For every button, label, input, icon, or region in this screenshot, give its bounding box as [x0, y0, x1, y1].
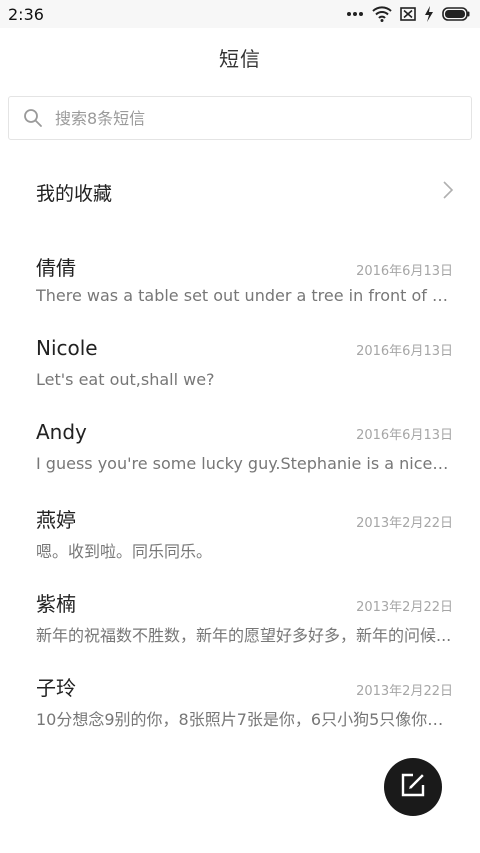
favorites-label: 我的收藏: [36, 182, 113, 205]
chevron-right-icon: [442, 180, 454, 204]
message-date: 2013年2月22日: [356, 684, 453, 699]
page-title: 短信: [219, 46, 261, 71]
message-date: 2013年2月22日: [356, 600, 453, 615]
contact-name: 子玲: [36, 676, 76, 700]
message-preview: I guess you're some lucky guy.Stephanie …: [36, 454, 453, 473]
contact-name: 燕婷: [36, 508, 76, 532]
compose-icon: [400, 772, 426, 802]
status-time: 2:36: [8, 4, 44, 24]
message-preview: Let's eat out,shall we?: [36, 370, 215, 389]
message-date: 2016年6月13日: [356, 344, 453, 359]
message-preview: 嗯。收到啦。同乐同乐。: [36, 542, 213, 561]
conversation-item[interactable]: 倩倩 2016年6月13日 There was a table set out …: [0, 244, 480, 328]
conversation-item[interactable]: Nicole 2016年6月13日 Let's eat out,shall we…: [0, 328, 480, 412]
conversation-item[interactable]: Andy 2016年6月13日 I guess you're some luck…: [0, 412, 480, 496]
search-input[interactable]: [55, 108, 435, 128]
search-box[interactable]: [8, 96, 472, 140]
search-icon: [23, 108, 43, 128]
message-preview: 新年的祝福数不胜数，新年的愿望好多好多，新年的问候...: [36, 626, 452, 645]
wifi-icon: [372, 6, 392, 22]
favorites-row[interactable]: 我的收藏: [0, 160, 480, 224]
more-dots-icon: [346, 11, 364, 17]
charging-icon: [424, 6, 434, 22]
status-bar: 2:36: [0, 0, 480, 28]
conversation-item[interactable]: 子玲 2013年2月22日 10分想念9别的你，8张照片7张是你，6只小狗5只像…: [0, 664, 480, 748]
conversation-list: 倩倩 2016年6月13日 There was a table set out …: [0, 244, 480, 748]
message-date: 2016年6月13日: [356, 428, 453, 443]
status-icons: [346, 6, 470, 22]
no-sim-icon: [400, 7, 416, 21]
message-preview: There was a table set out under a tree i…: [36, 286, 453, 305]
compose-button[interactable]: [384, 758, 442, 816]
message-date: 2013年2月22日: [356, 516, 453, 531]
contact-name: Nicole: [36, 336, 98, 360]
battery-icon: [442, 7, 470, 21]
conversation-item[interactable]: 燕婷 2013年2月22日 嗯。收到啦。同乐同乐。: [0, 496, 480, 580]
contact-name: Andy: [36, 420, 87, 444]
conversation-item[interactable]: 紫楠 2013年2月22日 新年的祝福数不胜数，新年的愿望好多好多，新年的问候.…: [0, 580, 480, 664]
message-preview: 10分想念9别的你，8张照片7张是你，6只小狗5只像你，4...: [36, 710, 453, 729]
contact-name: 倩倩: [36, 256, 76, 280]
title-bar: 短信: [0, 28, 480, 86]
message-date: 2016年6月13日: [356, 264, 453, 279]
contact-name: 紫楠: [36, 592, 76, 616]
